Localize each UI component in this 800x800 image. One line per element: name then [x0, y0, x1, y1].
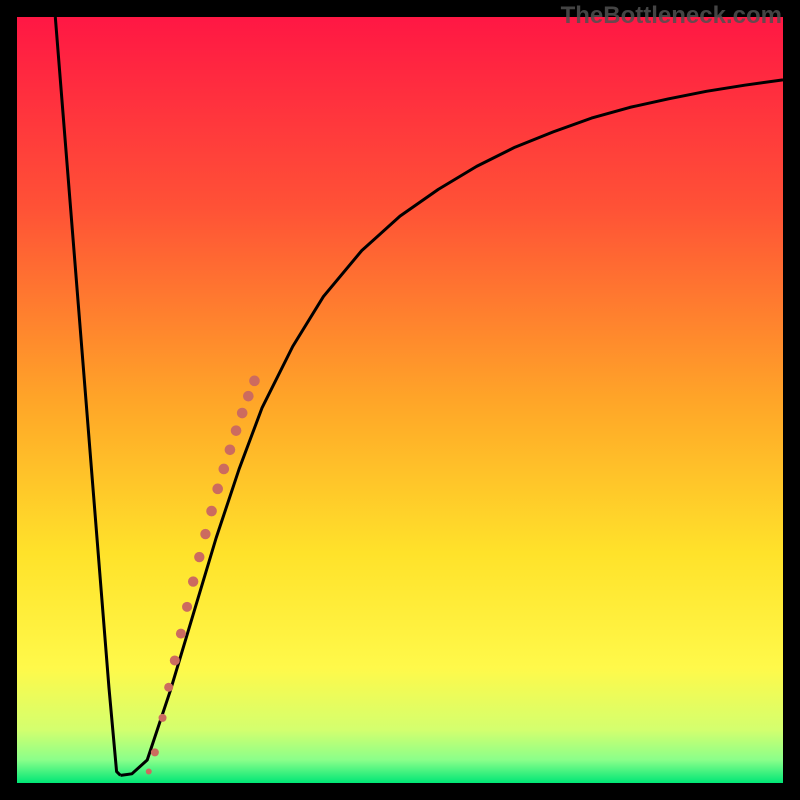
dot-marker [249, 376, 260, 387]
dot-marker [243, 391, 254, 402]
dot-marker [200, 529, 210, 539]
dot-marker [164, 683, 173, 692]
dot-marker [237, 408, 248, 419]
gradient-background [17, 17, 783, 783]
dot-marker [219, 464, 230, 475]
dot-marker [182, 602, 192, 612]
chart-svg [17, 17, 783, 783]
plot-area [17, 17, 783, 783]
dot-marker [146, 769, 152, 775]
dot-marker [151, 748, 159, 756]
dot-marker [176, 629, 186, 639]
dot-marker [231, 425, 242, 436]
chart-container: TheBottleneck.com [0, 0, 800, 800]
dot-marker [170, 655, 180, 665]
dot-marker [159, 714, 167, 722]
dot-marker [206, 506, 217, 517]
dot-marker [188, 576, 198, 586]
dot-marker [212, 484, 223, 495]
dot-marker [194, 552, 204, 562]
dot-marker [225, 444, 236, 455]
watermark-text: TheBottleneck.com [561, 2, 782, 30]
